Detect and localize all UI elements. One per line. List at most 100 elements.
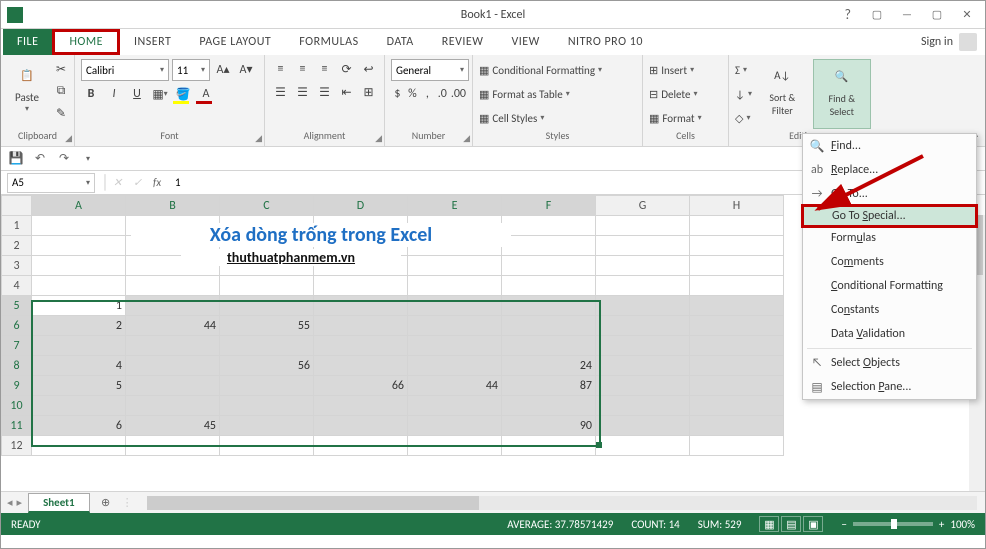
cell-D3[interactable] bbox=[314, 256, 408, 276]
new-sheet-button[interactable]: ⊕ bbox=[96, 493, 116, 513]
tab-insert[interactable]: INSERT bbox=[120, 29, 185, 55]
cell-D11[interactable] bbox=[314, 416, 408, 436]
row-header-6[interactable]: 6 bbox=[2, 316, 32, 336]
cut-button[interactable]: ✂ bbox=[51, 59, 71, 79]
cell-E7[interactable] bbox=[408, 336, 502, 356]
cell-B10[interactable] bbox=[126, 396, 220, 416]
cell-F4[interactable] bbox=[502, 276, 596, 296]
qat-redo-button[interactable]: ↷ bbox=[55, 150, 73, 168]
font-color-button[interactable]: A bbox=[196, 84, 216, 104]
cell-F7[interactable] bbox=[502, 336, 596, 356]
cell-F9[interactable]: 87 bbox=[502, 376, 596, 396]
help-icon[interactable]: ? bbox=[845, 6, 852, 23]
sheet-nav-prev[interactable]: ◂ bbox=[7, 496, 13, 509]
paste-button[interactable]: 📋 Paste ▾ bbox=[7, 59, 47, 129]
cell-B7[interactable] bbox=[126, 336, 220, 356]
align-left-button[interactable]: ☰ bbox=[271, 82, 290, 102]
cell-H6[interactable] bbox=[690, 316, 784, 336]
tab-view[interactable]: VIEW bbox=[497, 29, 553, 55]
shrink-font-button[interactable]: A▾ bbox=[236, 59, 256, 79]
border-button[interactable]: ▦▾ bbox=[150, 84, 170, 104]
cell-A9[interactable]: 5 bbox=[32, 376, 126, 396]
cell-C4[interactable] bbox=[220, 276, 314, 296]
autosum-button[interactable]: Σ ▾ bbox=[735, 59, 752, 81]
cancel-formula-button[interactable]: ✕ bbox=[109, 176, 129, 189]
cell-B9[interactable] bbox=[126, 376, 220, 396]
cell-G3[interactable] bbox=[596, 256, 690, 276]
menu-data-validation[interactable]: Data Validation bbox=[803, 322, 976, 346]
menu-goto-special[interactable]: Go To Special... bbox=[801, 204, 978, 228]
cell-C6[interactable]: 55 bbox=[220, 316, 314, 336]
format-painter-button[interactable]: ✎ bbox=[51, 103, 71, 123]
cell-D7[interactable] bbox=[314, 336, 408, 356]
tab-file[interactable]: FILE bbox=[3, 29, 52, 55]
cell-G7[interactable] bbox=[596, 336, 690, 356]
cell-D10[interactable] bbox=[314, 396, 408, 416]
cell-H9[interactable] bbox=[690, 376, 784, 396]
cell-H12[interactable] bbox=[690, 436, 784, 456]
col-header-D[interactable]: D bbox=[314, 196, 408, 216]
col-header-B[interactable]: B bbox=[126, 196, 220, 216]
cell-C7[interactable] bbox=[220, 336, 314, 356]
cell-E11[interactable] bbox=[408, 416, 502, 436]
font-launcher[interactable]: ◢ bbox=[255, 133, 262, 144]
cell-E8[interactable] bbox=[408, 356, 502, 376]
col-header-G[interactable]: G bbox=[596, 196, 690, 216]
cell-D2[interactable] bbox=[314, 236, 408, 256]
menu-formulas[interactable]: Formulas bbox=[803, 226, 976, 250]
row-header-4[interactable]: 4 bbox=[2, 276, 32, 296]
cell-C1[interactable] bbox=[220, 216, 314, 236]
cell-H5[interactable] bbox=[690, 296, 784, 316]
decrease-indent-button[interactable]: ⇤ bbox=[337, 82, 356, 102]
delete-cells-button[interactable]: ⊟ Delete ▾ bbox=[649, 83, 722, 105]
cell-G8[interactable] bbox=[596, 356, 690, 376]
cell-B2[interactable] bbox=[126, 236, 220, 256]
sheet-tab-active[interactable]: Sheet1 bbox=[28, 493, 90, 513]
clipboard-launcher[interactable]: ◢ bbox=[65, 133, 72, 144]
font-size-combo[interactable]: 11▾ bbox=[172, 59, 210, 81]
decrease-decimal-button[interactable]: .00 bbox=[451, 84, 466, 104]
col-header-H[interactable]: H bbox=[690, 196, 784, 216]
col-header-C[interactable]: C bbox=[220, 196, 314, 216]
menu-goto[interactable]: →Go To... bbox=[803, 182, 976, 206]
cell-B1[interactable] bbox=[126, 216, 220, 236]
menu-replace[interactable]: abReplace... bbox=[803, 158, 976, 182]
row-header-10[interactable]: 10 bbox=[2, 396, 32, 416]
font-name-combo[interactable]: Calibri▾ bbox=[81, 59, 169, 81]
row-header-7[interactable]: 7 bbox=[2, 336, 32, 356]
cell-E1[interactable] bbox=[408, 216, 502, 236]
align-center-button[interactable]: ☰ bbox=[293, 82, 312, 102]
cell-styles-button[interactable]: ▦ Cell Styles ▾ bbox=[479, 107, 636, 129]
minimize-button[interactable]: — bbox=[893, 5, 921, 25]
cell-D5[interactable] bbox=[314, 296, 408, 316]
number-format-combo[interactable]: General▾ bbox=[391, 59, 469, 81]
zoom-level[interactable]: 100% bbox=[950, 518, 975, 531]
cell-G12[interactable] bbox=[596, 436, 690, 456]
cell-A3[interactable] bbox=[32, 256, 126, 276]
view-normal-button[interactable]: ▦ bbox=[759, 516, 779, 532]
cell-F2[interactable] bbox=[502, 236, 596, 256]
cell-D1[interactable] bbox=[314, 216, 408, 236]
format-as-table-button[interactable]: ▦ Format as Table ▾ bbox=[479, 83, 636, 105]
increase-decimal-button[interactable]: .0 bbox=[436, 84, 449, 104]
cell-A4[interactable] bbox=[32, 276, 126, 296]
zoom-control[interactable]: − + 100% bbox=[841, 518, 975, 531]
cell-E12[interactable] bbox=[408, 436, 502, 456]
cell-B6[interactable]: 44 bbox=[126, 316, 220, 336]
menu-select-objects[interactable]: ↖Select Objects bbox=[803, 351, 976, 375]
cell-E4[interactable] bbox=[408, 276, 502, 296]
align-middle-button[interactable]: ≡ bbox=[293, 59, 312, 79]
cell-C9[interactable] bbox=[220, 376, 314, 396]
horizontal-scrollbar[interactable] bbox=[147, 496, 977, 510]
cell-G10[interactable] bbox=[596, 396, 690, 416]
cell-G4[interactable] bbox=[596, 276, 690, 296]
cell-B3[interactable] bbox=[126, 256, 220, 276]
cell-F1[interactable] bbox=[502, 216, 596, 236]
menu-comments[interactable]: Comments bbox=[803, 250, 976, 274]
cell-D8[interactable] bbox=[314, 356, 408, 376]
cell-B11[interactable]: 45 bbox=[126, 416, 220, 436]
insert-cells-button[interactable]: ⊞ Insert ▾ bbox=[649, 59, 722, 81]
cell-A7[interactable] bbox=[32, 336, 126, 356]
cell-G1[interactable] bbox=[596, 216, 690, 236]
cell-E6[interactable] bbox=[408, 316, 502, 336]
